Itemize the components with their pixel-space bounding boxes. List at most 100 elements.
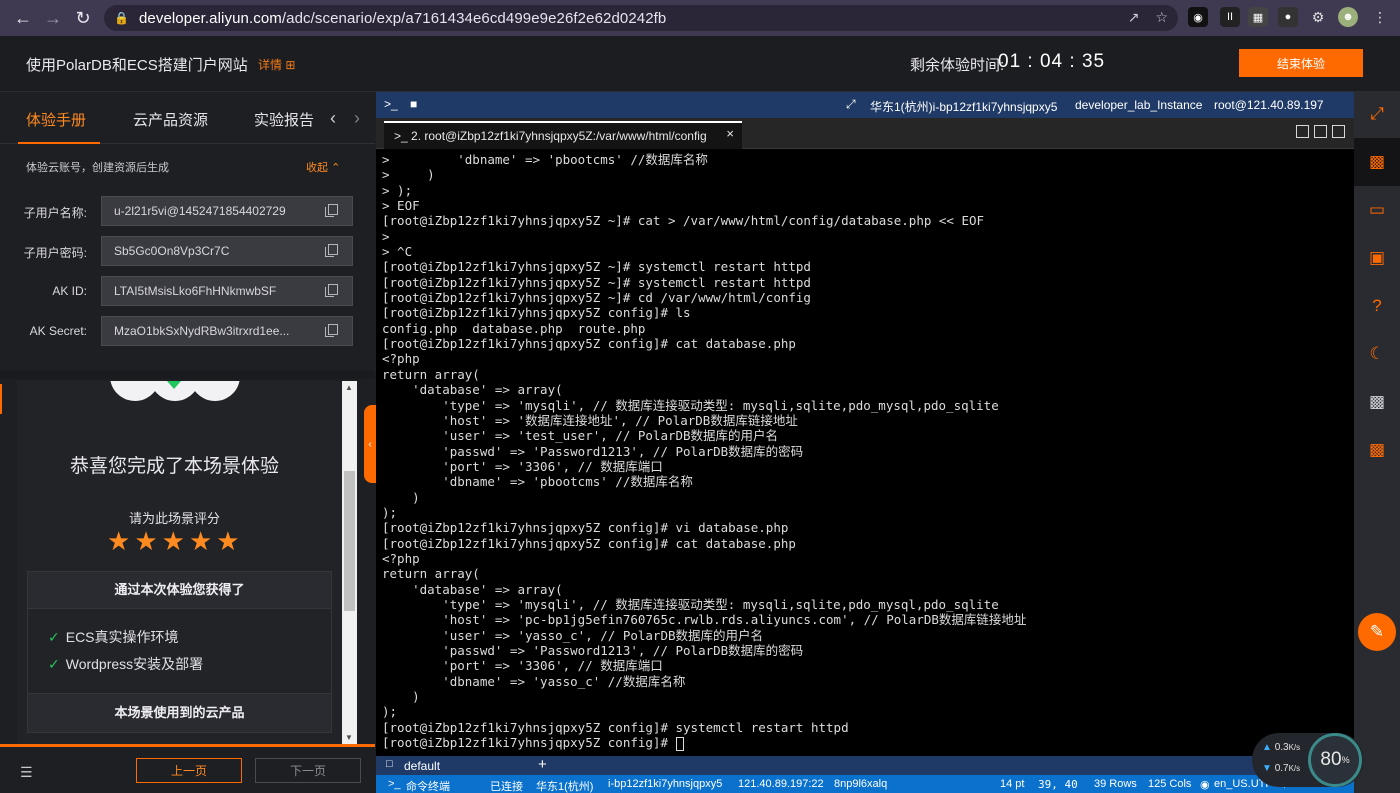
terminal-mode-icon: >_ xyxy=(388,778,401,790)
card-scrollbar[interactable]: ▲ ▼ xyxy=(342,381,357,746)
star-icon[interactable]: ★ xyxy=(216,528,239,554)
address-bar[interactable]: 🔒 developer.aliyun.com/adc/scenario/exp/… xyxy=(104,5,1178,31)
split-add-icon[interactable] xyxy=(1296,125,1309,138)
terminal-line: 'port' => '3306', // 数据库端口 xyxy=(382,458,663,474)
account-header: 体验云账号，创建资源后生成 收起 ⌃ xyxy=(0,145,375,183)
fullscreen-icon[interactable]: ⤢ xyxy=(846,97,856,112)
tab-cloud-resources[interactable]: 云产品资源 xyxy=(133,109,208,130)
chat-icon[interactable]: ▩ xyxy=(1367,440,1387,460)
add-session-button[interactable]: + xyxy=(538,756,547,773)
terminal-line: ); xyxy=(382,504,398,520)
scroll-down-icon[interactable]: ▼ xyxy=(345,733,353,742)
left-panel: 体验手册 云产品资源 实验报告 ‹ › 体验云账号，创建资源后生成 收起 ⌃ 子… xyxy=(0,92,375,793)
password-field[interactable]: Sb5Gc0On8Vp3Cr7C xyxy=(101,236,353,266)
split-horizontal-icon[interactable] xyxy=(1332,125,1345,138)
reload-icon[interactable]: ↻ xyxy=(68,3,98,33)
tab-report[interactable]: 实验报告 xyxy=(254,109,314,130)
ak-id-field[interactable]: LTAI5tMsisLko6FhHNkmwbSF xyxy=(101,276,353,306)
extension-icon-2[interactable]: II xyxy=(1220,7,1240,27)
terminal-line: config.php database.php route.php xyxy=(382,320,646,336)
field-value: MzaO1bkSxNydRBw3itrxrd1ee... xyxy=(114,324,290,338)
usage-gauge: 80% xyxy=(1308,733,1362,787)
status-ip: 121.40.89.197:22 xyxy=(738,778,824,790)
account-note: 体验云账号，创建资源后生成 xyxy=(26,162,169,174)
scrollbar-thumb[interactable] xyxy=(344,471,355,611)
terminal-cursor xyxy=(675,736,684,751)
list-item: ✓ Wordpress安装及部署 xyxy=(48,656,204,672)
share-icon[interactable]: ↗ xyxy=(1128,9,1140,26)
menu-icon[interactable]: ☰ xyxy=(20,764,33,781)
status-cursor: 39, 40 xyxy=(1038,778,1078,791)
puzzle-icon[interactable]: ⚙ xyxy=(1308,7,1328,27)
terminal-line: 'database' => array( xyxy=(382,581,563,597)
panel-collapse-handle[interactable]: ‹ xyxy=(364,405,376,483)
upload-speed: ▲ 0.3K/s xyxy=(1262,742,1301,753)
extension-icon-4[interactable]: ● xyxy=(1278,7,1298,27)
terminal-line: 'database' => array( xyxy=(382,382,563,398)
folder-icon[interactable]: ■ xyxy=(410,97,417,111)
chevron-up-icon: ⌃ xyxy=(331,162,341,174)
collapse-toggle[interactable]: 收起 ⌃ xyxy=(306,159,340,175)
terminal-line: [root@iZbp12zf1ki7yhnsjqpxy5Z ~]# cd /va… xyxy=(382,290,811,306)
left-footer: ☰ 上一页 下一页 xyxy=(0,747,375,793)
next-page-button[interactable]: 下一页 xyxy=(255,758,361,783)
status-instance: i-bp12zf1ki7yhnsjqpxy5 xyxy=(608,778,723,790)
chevron-left-icon[interactable]: ‹ xyxy=(330,108,336,129)
terminal-output[interactable]: > 'dbname' => 'pbootcms' //数据库名称 > ) > ); >… xyxy=(376,149,1354,756)
qr-code-icon[interactable]: ▩ xyxy=(1367,392,1387,412)
scroll-up-icon[interactable]: ▲ xyxy=(345,383,353,392)
expand-icon[interactable]: ⤢ xyxy=(1367,104,1387,124)
terminal-line: [root@iZbp12zf1ki7yhnsjqpxy5Z config]# xyxy=(382,735,1026,751)
terminal-tab-active[interactable]: >_ 2. root@iZbp12zf1ki7yhnsjqpxy5Z:/var/… xyxy=(384,121,742,149)
prev-page-button[interactable]: 上一页 xyxy=(136,758,242,783)
terminal-line: 'dbname' => 'yasso_c' //数据库名称 xyxy=(382,673,686,689)
copy-icon[interactable] xyxy=(325,204,338,217)
help-icon[interactable]: ? xyxy=(1367,296,1387,316)
copy-icon[interactable] xyxy=(325,284,338,297)
forward-icon[interactable]: → xyxy=(38,3,68,33)
terminal-icon[interactable]: >_ xyxy=(384,97,398,111)
terminal-line: [root@iZbp12zf1ki7yhnsjqpxy5Z ~]# cat > … xyxy=(382,213,985,229)
rating-stars[interactable]: ★ ★ ★ ★ ★ xyxy=(107,528,240,554)
active-tab-indicator xyxy=(18,142,100,144)
terminal-line: ) xyxy=(382,689,420,705)
app-root: ← → ↻ 🔒 developer.aliyun.com/adc/scenari… xyxy=(0,0,1400,793)
more-menu-icon[interactable]: ⋮ xyxy=(1370,7,1390,27)
status-bar: >_ 命令终端 已连接 华东1(杭州) i-bp12zf1ki7yhnsjqpx… xyxy=(376,775,1354,793)
close-icon[interactable]: × xyxy=(726,126,734,141)
bookmark-star-icon[interactable]: ☆ xyxy=(1155,9,1168,26)
copy-icon[interactable] xyxy=(325,324,338,337)
star-icon[interactable]: ★ xyxy=(107,528,130,554)
detail-link[interactable]: 详情 ⊞ xyxy=(258,56,295,73)
edit-fab-icon[interactable]: ✎ xyxy=(1358,613,1396,651)
box-icon[interactable]: ▣ xyxy=(1367,248,1387,268)
session-tab[interactable]: default xyxy=(404,759,440,773)
back-icon[interactable]: ← xyxy=(8,3,38,33)
star-icon[interactable]: ★ xyxy=(162,528,185,554)
username-field[interactable]: u-2l21r5vi@1452471854402729 xyxy=(101,196,353,226)
star-icon[interactable]: ★ xyxy=(134,528,157,554)
avatar[interactable]: ☻ xyxy=(1338,7,1358,27)
terminal-icon[interactable]: ▩ xyxy=(1367,152,1387,172)
terminal-line: ) xyxy=(382,489,420,505)
extension-icon-3[interactable]: ▦ xyxy=(1248,7,1268,27)
copy-icon[interactable] xyxy=(325,244,338,257)
chevron-right-icon[interactable]: › xyxy=(354,108,360,129)
field-label: AK Secret: xyxy=(29,324,87,338)
tab-manual[interactable]: 体验手册 xyxy=(26,109,86,130)
status-cols: 125 Cols xyxy=(1148,778,1192,790)
extension-icon-1[interactable]: ◉ xyxy=(1188,7,1208,27)
star-icon[interactable]: ★ xyxy=(189,528,212,554)
terminal-line: 'host' => '数据库连接地址', // PolarDB数据库链接地址 xyxy=(382,412,798,428)
terminal-line: [root@iZbp12zf1ki7yhnsjqpxy5Z config]# s… xyxy=(382,719,849,735)
split-vertical-icon[interactable] xyxy=(1314,125,1327,138)
end-experience-button[interactable]: 结束体验 xyxy=(1239,49,1363,77)
monitor-icon[interactable]: ▭ xyxy=(1367,200,1387,220)
ak-secret-field[interactable]: MzaO1bkSxNydRBw3itrxrd1ee... xyxy=(101,316,353,346)
terminal-line: return array( xyxy=(382,566,480,582)
moon-icon[interactable]: ☾ xyxy=(1367,344,1387,364)
external-link-icon: ⊞ xyxy=(285,58,296,72)
page-title: 使用PolarDB和ECS搭建门户网站 xyxy=(26,57,248,74)
terminal-line: > xyxy=(382,228,390,244)
field-label: 子用户名称: xyxy=(23,206,87,220)
